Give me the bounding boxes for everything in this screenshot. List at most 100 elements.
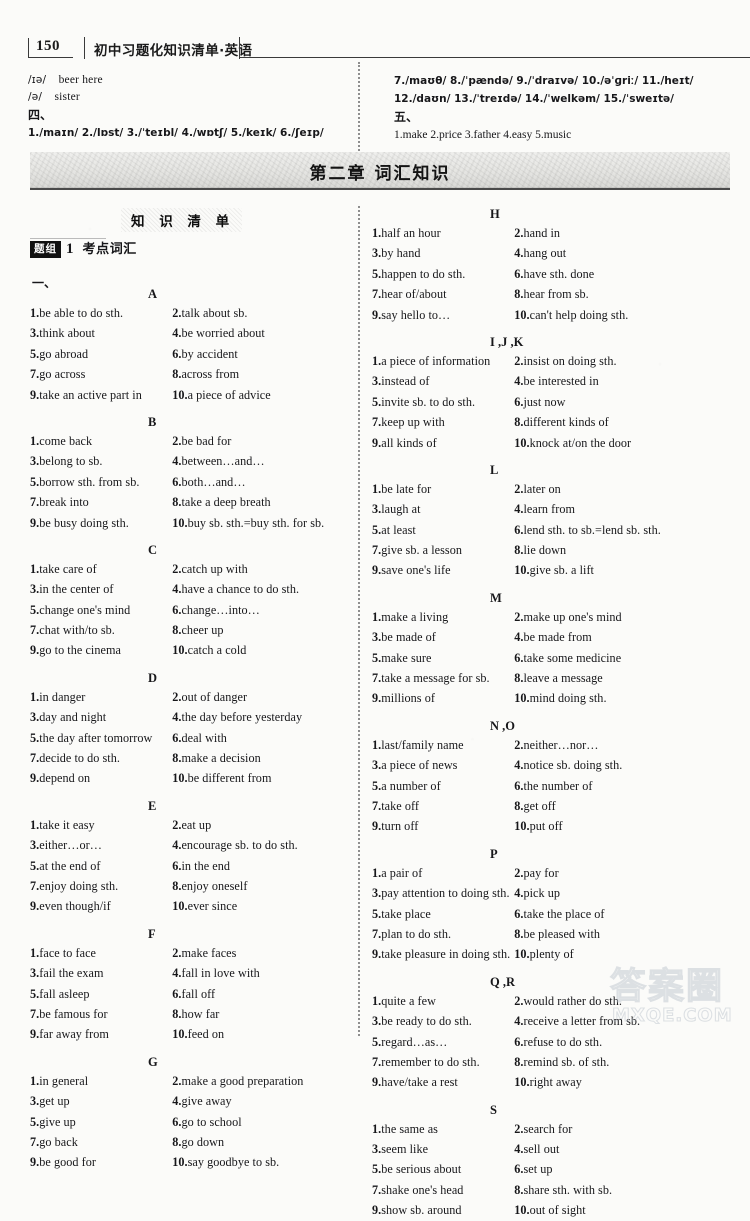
phrase-group-rows: 1.a pair of 2.pay for 3.pay attention to d… (372, 863, 692, 965)
phrase-index: 6. (514, 778, 524, 793)
phrase-item: 6.fall off (172, 986, 216, 1001)
phrase-group: E 1.take it easy 2.eat up 3.either…or… 4.enc… (30, 798, 350, 917)
phrase-index: 10. (514, 435, 530, 450)
phrase-item: 4.pick up (514, 886, 561, 901)
phrase-row: 1.be late for 2.later on (372, 479, 692, 499)
phrase-item: 9.even though/if (30, 899, 111, 914)
phrase-item: 1.quite a few (372, 993, 436, 1008)
phrase-item: 3.a piece of news (372, 758, 458, 773)
phrase-item: 1.in general (30, 1073, 89, 1088)
phrase-index: 8. (172, 495, 182, 510)
phrase-item: 8.how far (172, 1006, 220, 1021)
phrase-item: 10.can't help doing sth. (514, 307, 629, 322)
phrase-item: 2.make up one's mind (514, 609, 622, 624)
phrase-group: P 1.a pair of 2.pay for 3.pay attention to … (372, 846, 692, 965)
phrase-item: 1.in danger (30, 689, 86, 704)
phrase-index: 8. (514, 543, 524, 558)
phrase-item: 6.refuse to do sth. (514, 1034, 603, 1049)
phrase-index: 3. (372, 886, 382, 901)
phrase-item: 4.be made from (514, 630, 592, 645)
phrase-item: 3.either…or… (30, 838, 103, 853)
phrase-item: 3.think about (30, 326, 95, 341)
phrase-row: 1.in general 2.make a good preparation (30, 1071, 350, 1091)
phrase-group-gap (372, 1093, 692, 1102)
phrase-row: 9.go to the cinema 10.catch a cold (30, 640, 350, 660)
phrase-index: 1. (30, 433, 40, 448)
answer-section-label-five: 五、 (394, 110, 419, 124)
phrase-item: 2.hand in (514, 226, 561, 240)
phrase-item: 9.depend on (30, 771, 91, 786)
phrase-index: 3. (372, 630, 382, 645)
phrase-group-gap (372, 965, 692, 974)
phrase-index: 4. (172, 582, 182, 597)
phrase-row: 9.millions of 10.mind doing sth. (372, 688, 692, 708)
phrase-item: 7.go across (30, 367, 86, 382)
phrase-index: 10. (172, 643, 188, 658)
phrase-item: 5.borrow sth. from sb. (30, 474, 140, 489)
phrase-index: 5. (30, 858, 40, 873)
phrase-row: 5.regard…as… 6.refuse to do sth. (372, 1032, 692, 1052)
phrase-item: 6.deal with (172, 730, 227, 745)
phrase-index: 1. (30, 1073, 40, 1088)
phrase-group-letter: I ,J ,K (490, 334, 524, 349)
phrase-index: 5. (30, 602, 40, 617)
phrase-item: 3.fail the exam (30, 966, 104, 981)
header-divider-left (84, 37, 86, 59)
phrase-item: 5.change one's mind (30, 602, 131, 617)
phrase-item: 5.be serious about (372, 1162, 462, 1177)
phrase-group: G 1.in general 2.make a good preparation 3.… (30, 1054, 350, 1173)
phrase-item: 8.remind sb. of sth. (514, 1054, 610, 1069)
phrase-item: 6.go to school (172, 1114, 242, 1129)
phrase-item: 8.be pleased with (514, 926, 601, 941)
phrase-item: 2.be bad for (172, 433, 232, 448)
phrase-row: 3.in the center of 4.have a chance to do … (30, 579, 350, 599)
phrase-item: 5.at the end of (30, 858, 101, 873)
phrase-index: 7. (372, 798, 382, 813)
phrase-group: S 1.the same as 2.search for 3.seem like 4.s… (372, 1102, 692, 1221)
ipa-line-2: /ə/ sister (28, 89, 348, 106)
phrase-index: 7. (30, 878, 40, 893)
phrase-index: 6. (514, 1034, 524, 1049)
phrase-item: 6.take some medicine (514, 650, 622, 665)
phrase-item: 9.have/take a rest (372, 1075, 458, 1090)
phrase-row: 1.take it easy 2.eat up (30, 815, 350, 835)
phrase-index: 6. (172, 346, 182, 361)
phrase-index: 7. (30, 1006, 40, 1021)
phrase-group: C 1.take care of 2.catch up with 3.in the c… (30, 542, 350, 661)
phrase-index: 2. (172, 433, 182, 448)
phrase-group-rows: 1.a piece of information 2.insist on doin… (372, 351, 692, 453)
phrase-row: 3.pay attention to doing sth. 4.pick up (372, 883, 692, 903)
phrase-index: 10. (514, 819, 530, 834)
phrase-group-gap (372, 837, 692, 846)
phrase-index: 2. (172, 689, 182, 704)
phrase-index: 10. (172, 771, 188, 786)
phrase-item: 2.make a good preparation (172, 1073, 304, 1088)
phrase-index: 9. (372, 435, 382, 450)
phrase-item: 9.far away from (30, 1027, 109, 1042)
phrase-index: 7. (372, 671, 382, 686)
phrase-group-rows: 1.half an hour 2.hand in 3.by hand 4.hang o… (372, 223, 692, 325)
phrase-item: 4.the day before yesterday (172, 710, 303, 725)
phrase-row: 5.be serious about 6.set up (372, 1159, 692, 1179)
phrase-group-letter: E (148, 798, 157, 813)
phrase-item: 10.ever since (172, 899, 238, 914)
phrase-item: 1.last/family name (372, 737, 464, 752)
ipa-words: sister (54, 91, 80, 103)
phrase-group-letter: H (490, 207, 500, 221)
phrase-group-rows: 1.come back 2.be bad for 3.belong to sb. 4.… (30, 431, 350, 533)
phrase-item: 10.mind doing sth. (514, 691, 607, 706)
phrase-row: 5.make sure 6.take some medicine (372, 648, 692, 668)
phrase-row: 5.at least 6.lend sth. to sb.=lend sb. st… (372, 520, 692, 540)
phrase-row: 5.give up 6.go to school (30, 1112, 350, 1132)
phrase-item: 7.be famous for (30, 1006, 108, 1021)
phrase-row: 7.remember to do sth. 8.remind sb. of sth… (372, 1052, 692, 1072)
phrase-item: 2.out of danger (172, 689, 248, 704)
phrase-index: 2. (172, 306, 182, 320)
phrase-row: 3.belong to sb. 4.between…and… (30, 451, 350, 471)
phrase-item: 9.show sb. around (372, 1203, 462, 1218)
phrase-row: 3.either…or… 4.encourage sb. to do sth. (30, 835, 350, 855)
phrase-group-rows: 1.make a living 2.make up one's mind 3.be … (372, 607, 692, 709)
textbook-page: 150 初中习题化知识清单·英语 /ɪə/ beer here /ə/ sist… (0, 0, 750, 1217)
answers-right-column: 7./maʊθ/ 8./ˈpændə/ 9./ˈdraɪvə/ 10./əˈɡr… (394, 72, 734, 144)
phrase-item: 2.insist on doing sth. (514, 353, 617, 368)
